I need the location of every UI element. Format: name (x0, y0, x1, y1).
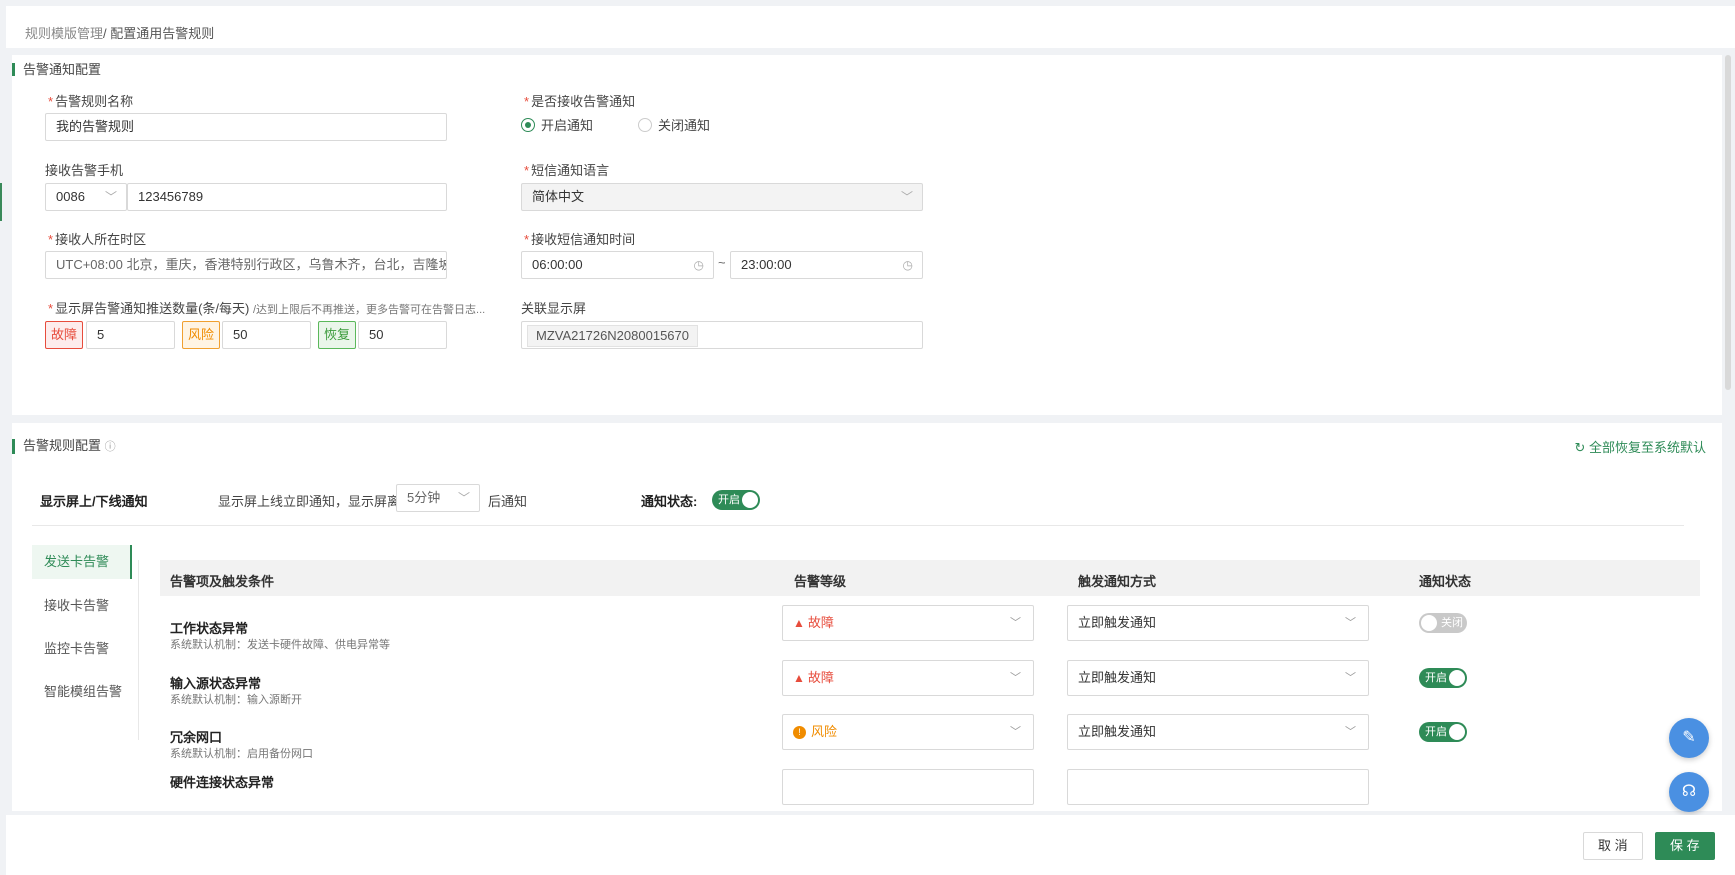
chevron-down-icon: ﹀ (1010, 672, 1021, 684)
category-send-card[interactable]: 发送卡告警 (32, 545, 132, 579)
radio-unchecked-icon (638, 117, 652, 132)
chevron-down-icon: ﹀ (424, 258, 437, 272)
clock-icon: ◷ (902, 258, 913, 272)
clock-icon: ◷ (693, 258, 704, 272)
recover-count-input[interactable]: 50 (358, 321, 447, 349)
row-4-method-select[interactable] (1067, 769, 1369, 805)
chevron-down-icon: ﹀ (104, 190, 117, 204)
row-1-status-toggle[interactable]: 关闭 (1419, 613, 1467, 633)
col-method: 触发通知方式 (1078, 574, 1157, 589)
cancel-button[interactable]: 取 消 (1583, 832, 1643, 860)
radio-notify-on[interactable]: 开启通知 (521, 115, 593, 134)
row-1-method-select[interactable]: 立即触发通知 ﹀ (1067, 605, 1369, 641)
customer-service-button[interactable]: ☊ (1669, 772, 1709, 812)
linked-screen-label: 关联显示屏 (521, 301, 587, 316)
row-3-status-toggle[interactable]: 开启 (1419, 722, 1467, 742)
recover-tag: 恢复 (318, 321, 357, 349)
breadcrumb-parent[interactable]: 规则模版管理 (25, 26, 103, 41)
sms-time-label: * 接收短信通知时间 (524, 232, 636, 247)
sms-end-time-input[interactable]: 23:00:00 ◷ (730, 251, 923, 279)
notify-config-card: 告警通知配置 * 告警规则名称 我的告警规则 * 是否接收告警通知 开启通知 关闭通… (12, 55, 1722, 415)
edit-icon: ✎ (1682, 729, 1696, 746)
row-2-status-toggle[interactable]: 开启 (1419, 668, 1467, 688)
chevron-down-icon: ﹀ (1010, 617, 1021, 629)
timezone-label: * 接收人所在时区 (48, 232, 147, 247)
sms-language-select[interactable]: 简体中文 ﹀ (521, 183, 923, 211)
breadcrumb: 规则模版管理/ 配置通用告警规则 (25, 23, 214, 42)
online-notify-title: 显示屏上/下线通知 (40, 494, 148, 509)
offline-delay-select[interactable]: 5分钟 ﹀ (396, 484, 480, 512)
category-receive-card[interactable]: 接收卡告警 (32, 589, 132, 623)
radio-notify-off[interactable]: 关闭通知 (638, 115, 710, 134)
linked-screen-chip[interactable]: MZVA21726N2080015670 (527, 325, 698, 347)
radio-checked-icon (521, 117, 535, 132)
top-bar: 规则模版管理/ 配置通用告警规则 (6, 6, 1735, 48)
breadcrumb-current: 配置通用告警规则 (110, 26, 215, 41)
category-divider (138, 560, 139, 740)
category-monitor-card[interactable]: 监控卡告警 (32, 632, 132, 666)
risk-icon: ! (793, 726, 806, 740)
phone-input[interactable]: 123456789 (127, 183, 447, 211)
row-2-method-select[interactable]: 立即触发通知 ﹀ (1067, 660, 1369, 696)
timezone-select[interactable]: UTC+08:00 北京，重庆，香港特别行政区，乌鲁木齐，台北，吉隆坡，... ﹀ (45, 251, 447, 279)
warning-icon: ▲ (793, 616, 805, 630)
rule-name-label: * 告警规则名称 (48, 94, 134, 109)
table-header: 告警项及触发条件 告警等级 触发通知方式 通知状态 (160, 560, 1700, 596)
row-1-sub: 系统默认机制：发送卡硬件故障、供电异常等 (170, 639, 390, 651)
refresh-icon: ↻ (1574, 440, 1586, 455)
risk-count-input[interactable]: 50 (222, 321, 311, 349)
col-level: 告警等级 (794, 574, 847, 589)
sms-language-label: * 短信通知语言 (524, 163, 610, 178)
chevron-down-icon: ﹀ (1010, 726, 1021, 738)
row-2-sub: 系统默认机制：输入源断开 (170, 694, 302, 706)
chevron-down-icon: ﹀ (457, 491, 470, 505)
chevron-down-icon: ﹀ (1345, 617, 1356, 629)
receive-notify-label: * 是否接收告警通知 (524, 94, 636, 109)
col-status: 通知状态 (1419, 574, 1472, 589)
fault-tag: 故障 (45, 321, 84, 349)
country-code-select[interactable]: 0086 ﹀ (45, 183, 127, 211)
linked-screen-select[interactable]: MZVA21726N2080015670 (521, 321, 923, 349)
time-range-separator: ~ (718, 255, 726, 270)
fault-count-input[interactable]: 5 (86, 321, 175, 349)
push-count-label: * 显示屏告警通知推送数量(条/每天) /达到上限后不再推送，更多告警可在告警日志… (48, 301, 486, 316)
rule-name-input[interactable]: 我的告警规则 (45, 113, 447, 141)
chevron-down-icon: ﹀ (1345, 672, 1356, 684)
footer-bar (6, 815, 1735, 875)
row-4-level-select[interactable] (782, 769, 1034, 805)
left-edge-marker (0, 183, 2, 221)
online-notify-prefix: 显示屏上线立即通知，显示屏离线 (218, 494, 414, 509)
row-4-title: 硬件连接状态异常 (170, 775, 275, 790)
restore-default-button[interactable]: ↻ 全部恢复至系统默认 (1574, 437, 1706, 456)
category-smart-module[interactable]: 智能模组告警 (32, 675, 132, 709)
headset-icon: ☊ (1681, 783, 1697, 800)
notify-status-label: 通知状态: (641, 494, 698, 509)
row-3-level-select[interactable]: ! 风险 ﹀ (782, 714, 1034, 750)
row-3-title: 冗余网口 (170, 730, 223, 745)
col-item: 告警项及触发条件 (170, 574, 275, 589)
row-1-title: 工作状态异常 (170, 621, 249, 636)
warning-icon: ▲ (793, 671, 805, 685)
section-title-notify: 告警通知配置 (12, 63, 101, 76)
rule-config-card: 告警规则配置 ⓘ ↻ 全部恢复至系统默认 显示屏上/下线通知 显示屏上线立即通知… (12, 423, 1722, 811)
row-2-title: 输入源状态异常 (170, 676, 262, 691)
chevron-down-icon: ﹀ (900, 190, 913, 204)
section-title-rule: 告警规则配置 ⓘ (12, 439, 116, 454)
phone-label: 接收告警手机 (45, 163, 124, 178)
scrollbar[interactable] (1725, 55, 1731, 390)
sms-start-time-input[interactable]: 06:00:00 ◷ (521, 251, 714, 279)
online-notify-toggle[interactable]: 开启 (712, 490, 760, 510)
row-3-method-select[interactable]: 立即触发通知 ﹀ (1067, 714, 1369, 750)
row-3-sub: 系统默认机制：启用备份网口 (170, 748, 313, 760)
row-1-level-select[interactable]: ▲ 故障 ﹀ (782, 605, 1034, 641)
online-notify-suffix: 后通知 (488, 494, 528, 509)
save-button[interactable]: 保 存 (1655, 832, 1715, 860)
info-icon[interactable]: ⓘ (105, 441, 116, 453)
chevron-down-icon: ﹀ (1345, 726, 1356, 738)
edit-feedback-button[interactable]: ✎ (1669, 718, 1709, 758)
risk-tag: 风险 (182, 321, 221, 349)
divider (32, 525, 1684, 526)
row-2-level-select[interactable]: ▲ 故障 ﹀ (782, 660, 1034, 696)
